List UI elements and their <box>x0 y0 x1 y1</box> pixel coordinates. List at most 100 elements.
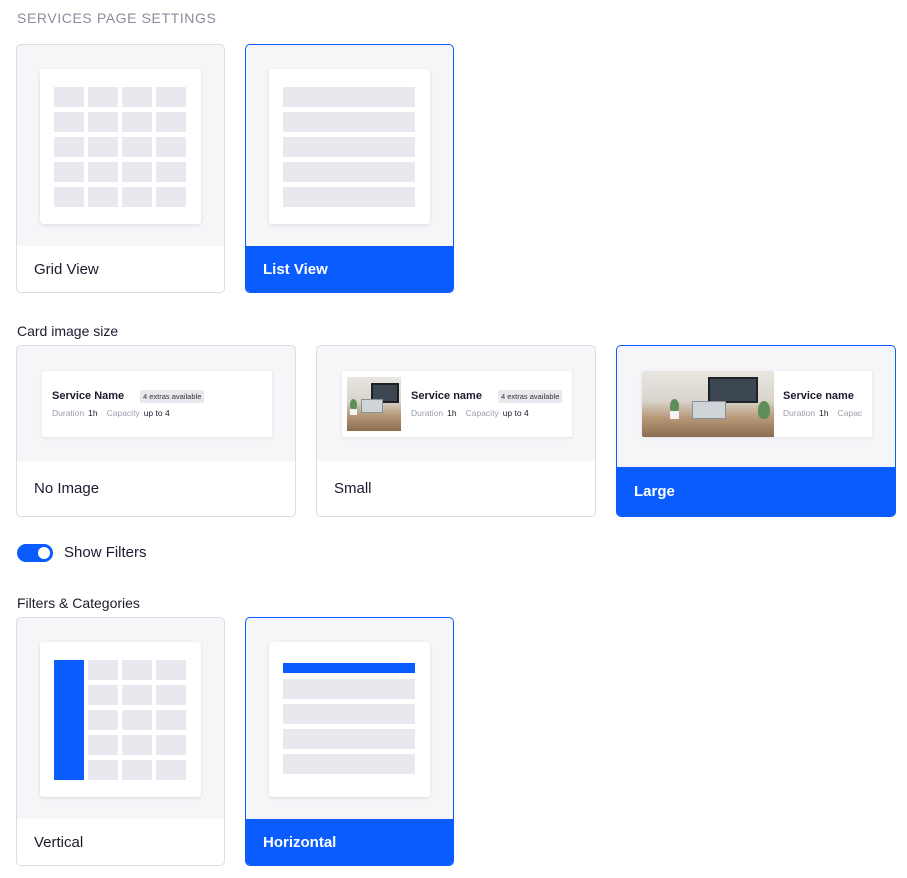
horizontal-label: Horizontal <box>246 819 453 865</box>
duration-label: Duration <box>783 408 816 418</box>
list-row <box>283 754 415 774</box>
preview-cell <box>88 137 118 157</box>
vertical-filter-bar <box>54 660 84 780</box>
service-meta: Duration 1h Capacity up to 4 <box>52 408 179 418</box>
preview-cell <box>88 187 118 207</box>
grid-view-label: Grid View <box>17 246 224 292</box>
list-row <box>283 729 415 749</box>
preview-cell <box>122 112 152 132</box>
service-card-preview: Service name Duration 1h Capac <box>642 371 872 437</box>
no-image-label: No Image <box>17 461 295 516</box>
capacity-label: Capac <box>837 408 863 418</box>
list-preview-paper <box>269 69 430 224</box>
toggle-knob <box>38 547 50 559</box>
service-photo-large <box>642 371 774 437</box>
preview-cell <box>156 735 186 755</box>
vertical-filters-preview <box>17 618 224 820</box>
small-image-preview: Service name 4 extras available Duration… <box>317 346 595 462</box>
duration-value: 1h <box>88 408 98 418</box>
vertical-filters-option[interactable]: Vertical <box>16 617 225 866</box>
service-meta: Duration 1h Capacity up to 4 <box>411 408 538 418</box>
capacity-value: up to 4 <box>502 408 529 418</box>
no-image-preview: Service Name 4 extras available Duration… <box>17 346 295 462</box>
filters-categories-label: Filters & Categories <box>17 595 140 611</box>
list-row <box>283 112 415 132</box>
duration-value: 1h <box>819 408 829 418</box>
list-row <box>283 162 415 182</box>
preview-cell <box>156 760 186 780</box>
preview-cell <box>122 760 152 780</box>
horizontal-preview-paper <box>269 642 430 797</box>
preview-cell <box>88 162 118 182</box>
show-filters-toggle[interactable] <box>17 544 53 562</box>
horizontal-filter-bar <box>283 663 415 673</box>
preview-cell <box>54 87 84 107</box>
page-title: SERVICES PAGE SETTINGS <box>17 10 217 26</box>
grid-view-preview <box>17 45 224 247</box>
extras-badge: 4 extras available <box>498 390 563 403</box>
preview-cell <box>122 710 152 730</box>
list-view-option[interactable]: List View <box>245 44 454 293</box>
show-filters-label: Show Filters <box>64 544 147 561</box>
list-view-label: List View <box>246 246 453 292</box>
preview-cell <box>122 735 152 755</box>
service-meta: Duration 1h Capac <box>783 408 862 418</box>
horizontal-filters-option[interactable]: Horizontal <box>245 617 454 866</box>
service-name: Service Name <box>52 390 125 402</box>
preview-cell <box>156 660 186 680</box>
preview-cell <box>54 112 84 132</box>
service-card-preview: Service Name 4 extras available Duration… <box>42 371 272 437</box>
duration-value: 1h <box>447 408 457 418</box>
preview-cell <box>156 710 186 730</box>
grid-view-option[interactable]: Grid View <box>16 44 225 293</box>
large-image-label: Large <box>617 467 895 516</box>
service-card-preview: Service name 4 extras available Duration… <box>342 371 572 437</box>
list-row <box>283 87 415 107</box>
list-row <box>283 187 415 207</box>
vertical-preview-paper <box>40 642 201 797</box>
preview-cell <box>156 137 186 157</box>
card-image-size-label: Card image size <box>17 323 119 339</box>
horizontal-filters-preview <box>246 618 453 820</box>
list-row <box>283 704 415 724</box>
extras-badge: 4 extras available <box>140 390 205 403</box>
duration-label: Duration <box>411 408 444 418</box>
preview-cell <box>156 162 186 182</box>
grid-preview-paper <box>40 69 201 224</box>
preview-cell <box>54 187 84 207</box>
vertical-label: Vertical <box>17 819 224 865</box>
large-image-preview: Service name Duration 1h Capac <box>617 346 895 468</box>
preview-cell <box>88 685 118 705</box>
capacity-label: Capacity <box>465 408 499 418</box>
list-view-preview <box>246 45 453 247</box>
preview-cell <box>88 112 118 132</box>
preview-cell <box>54 162 84 182</box>
preview-cell <box>122 685 152 705</box>
preview-cell <box>88 87 118 107</box>
preview-cell <box>88 735 118 755</box>
preview-cell <box>156 685 186 705</box>
preview-cell <box>88 710 118 730</box>
list-row <box>283 679 415 699</box>
small-image-label: Small <box>317 461 595 516</box>
large-image-option[interactable]: Service name Duration 1h Capac Large <box>616 345 896 517</box>
preview-cell <box>122 162 152 182</box>
list-row <box>283 137 415 157</box>
preview-cell <box>122 660 152 680</box>
preview-cell <box>122 137 152 157</box>
duration-label: Duration <box>52 408 85 418</box>
capacity-label: Capacity <box>106 408 140 418</box>
preview-cell <box>88 760 118 780</box>
preview-cell <box>88 660 118 680</box>
preview-cell <box>156 87 186 107</box>
preview-cell <box>156 112 186 132</box>
capacity-value: up to 4 <box>143 408 170 418</box>
service-name: Service name <box>411 390 482 402</box>
no-image-option[interactable]: Service Name 4 extras available Duration… <box>16 345 296 517</box>
small-image-option[interactable]: Service name 4 extras available Duration… <box>316 345 596 517</box>
preview-cell <box>156 187 186 207</box>
preview-cell <box>54 137 84 157</box>
preview-cell <box>122 87 152 107</box>
preview-cell <box>122 187 152 207</box>
service-name: Service name <box>783 390 854 402</box>
